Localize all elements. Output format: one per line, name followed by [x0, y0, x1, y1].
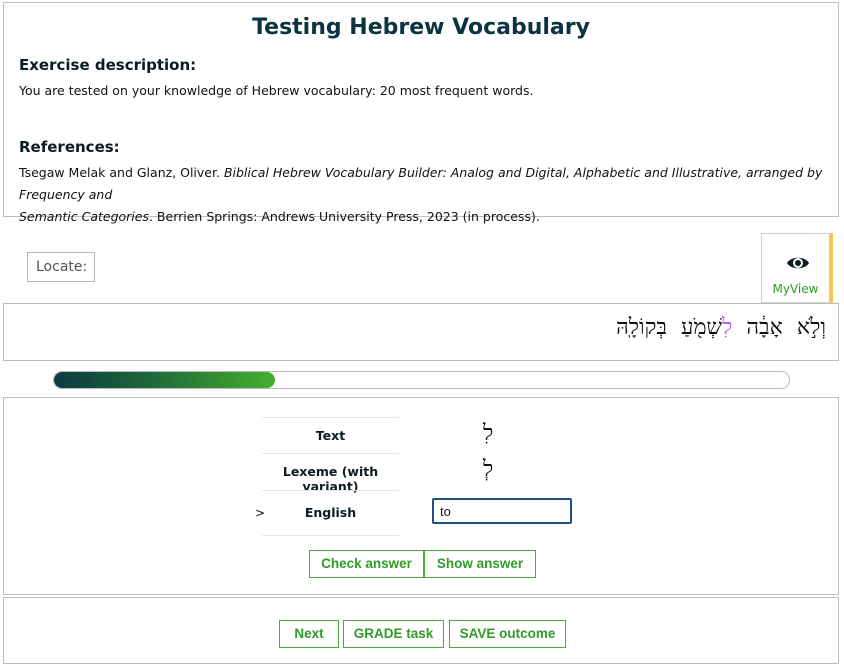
- reference-publisher: . Berrien Springs: Andrews University Pr…: [148, 209, 540, 224]
- locate-button[interactable]: Locate:: [27, 252, 95, 282]
- exercise-description: You are tested on your knowledge of Hebr…: [19, 83, 534, 98]
- grade-task-button[interactable]: GRADE task: [343, 620, 444, 648]
- question-row-lexeme: Lexeme (with variant): [262, 453, 399, 494]
- english-answer-input[interactable]: [432, 498, 572, 524]
- reference-text: Tsegaw Melak and Glanz, Oliver. Biblical…: [19, 162, 829, 228]
- exercise-heading: Exercise description:: [19, 56, 197, 74]
- progress-fill: [54, 372, 275, 388]
- action-panel: Next GRADE task SAVE outcome: [3, 597, 839, 664]
- hebrew-word-highlighted[interactable]: לִ: [722, 315, 732, 340]
- save-outcome-button[interactable]: SAVE outcome: [449, 620, 566, 648]
- row-label: Text: [315, 428, 346, 443]
- hebrew-word[interactable]: בְּקוֹלָֽהּ: [616, 315, 667, 340]
- reference-authors: Tsegaw Melak and Glanz, Oliver.: [19, 165, 224, 180]
- question-row-english: English: [262, 490, 399, 536]
- references-heading: References:: [19, 138, 120, 156]
- next-button[interactable]: Next: [279, 620, 339, 648]
- check-answer-button[interactable]: Check answer: [309, 550, 424, 578]
- question-row-text: Text: [262, 417, 399, 454]
- text-panel: וְלֹ֣א אָבָ֔ה לִשְׁמֹ֖עַ בְּקוֹלָֽהּ: [3, 303, 839, 361]
- eye-icon: [787, 257, 809, 269]
- hebrew-text-line: וְלֹ֣א אָבָ֔ה לִשְׁמֹ֖עַ בְּקוֹלָֽהּ: [602, 314, 826, 340]
- myview-label: MyView: [772, 282, 819, 296]
- show-answer-button[interactable]: Show answer: [424, 550, 536, 578]
- exercise-info-panel: Testing Hebrew Vocabulary Exercise descr…: [3, 2, 839, 224]
- row-label: English: [304, 505, 357, 520]
- progress-bar: [53, 371, 790, 389]
- hebrew-word[interactable]: וְלֹ֣א: [797, 315, 826, 340]
- current-row-marker: >: [255, 506, 266, 520]
- question-panel: Text לִ Lexeme (with variant) לְ English…: [3, 397, 839, 595]
- hebrew-word[interactable]: אָבָ֔ה: [746, 315, 782, 340]
- page-title: Testing Hebrew Vocabulary: [252, 15, 590, 40]
- text-value: לִ: [483, 421, 494, 446]
- hebrew-word[interactable]: שְׁמֹ֖עַ: [681, 315, 722, 340]
- lexeme-value: לְ: [483, 457, 494, 482]
- myview-button[interactable]: MyView: [761, 233, 833, 303]
